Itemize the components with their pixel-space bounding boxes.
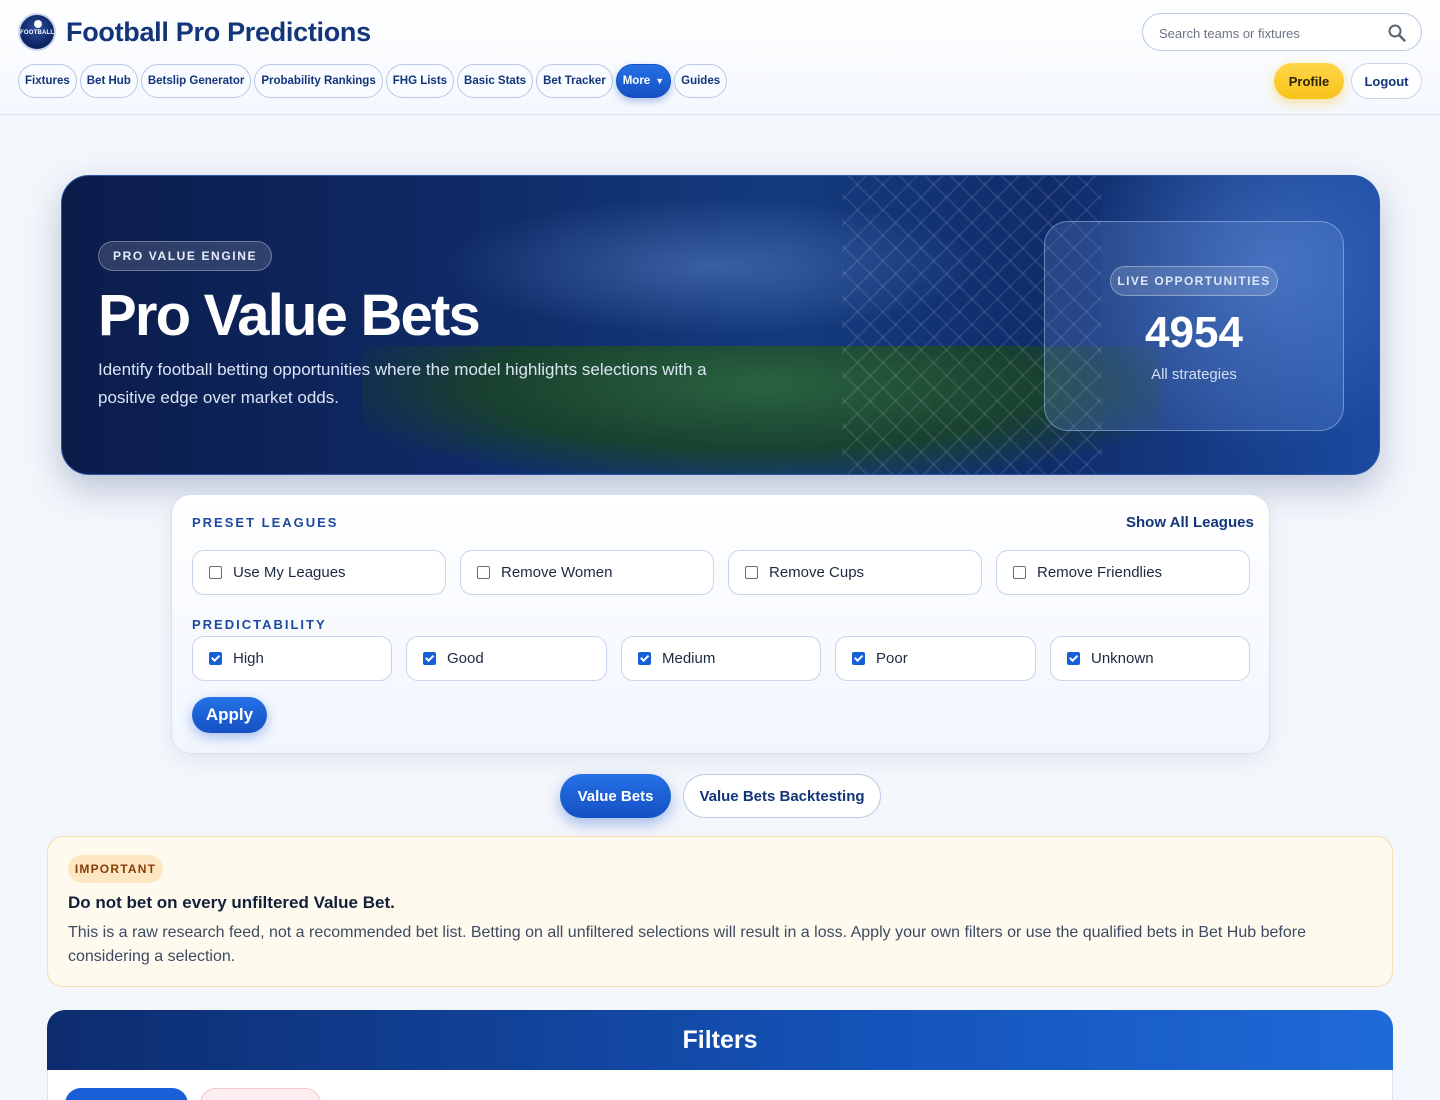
nav-label: Guides <box>681 75 721 87</box>
main-nav: Fixtures Bet Hub Betslip Generator Proba… <box>18 64 728 98</box>
soccer-ball-icon <box>34 20 42 28</box>
chevron-down-icon: ▼ <box>655 76 665 86</box>
checkbox-label: Medium <box>662 650 716 667</box>
checkbox-label: High <box>233 650 264 667</box>
important-badge: IMPORTANT <box>68 855 163 883</box>
live-badge: LIVE OPPORTUNITIES <box>1110 266 1278 296</box>
checkbox-box[interactable] <box>852 652 865 665</box>
checkbox-unknown[interactable]: Unknown <box>1050 636 1250 681</box>
checkbox-label: Remove Friendlies <box>1037 564 1163 581</box>
nav-fhg-lists[interactable]: FHG Lists <box>385 64 455 98</box>
search-input[interactable] <box>1159 23 1379 43</box>
checkbox-box[interactable] <box>1013 566 1026 579</box>
predictability-label: PREDICTABILITY <box>192 617 327 632</box>
nav-label: More <box>622 75 651 87</box>
checkbox-remove-women[interactable]: Remove Women <box>460 550 714 595</box>
checkbox-box[interactable] <box>209 652 222 665</box>
filter-panel: PRESET LEAGUES Show All Leagues Use My L… <box>171 494 1270 754</box>
nav-more-dropdown[interactable]: More ▼ <box>615 64 672 98</box>
search-box[interactable] <box>1142 13 1422 51</box>
hero-banner: PRO VALUE ENGINE Pro Value Bets Identify… <box>61 175 1380 475</box>
live-opportunities-card: LIVE OPPORTUNITIES 4954 All strategies <box>1044 221 1344 431</box>
nav-label: Fixtures <box>25 75 70 87</box>
notice-body: This is a raw research feed, not a recom… <box>68 924 1306 965</box>
nav-bet-tracker[interactable]: Bet Tracker <box>536 64 613 98</box>
nav-fixtures[interactable]: Fixtures <box>18 64 77 98</box>
nav-basic-stats[interactable]: Basic Stats <box>457 64 534 98</box>
hero-badge: PRO VALUE ENGINE <box>98 241 273 271</box>
checkbox-remove-friendlies[interactable]: Remove Friendlies <box>996 550 1250 595</box>
hero-description: Identify football betting opportunities … <box>98 360 707 407</box>
important-notice: IMPORTANT Do not bet on every unfiltered… <box>47 836 1393 987</box>
brand[interactable]: FOOTBALL Football Pro Predictions <box>18 13 371 51</box>
notice-title: Do not bet on every unfiltered Value Bet… <box>68 893 395 912</box>
filters-header[interactable]: Filters <box>47 1010 1393 1070</box>
nav-label: Basic Stats <box>464 75 527 87</box>
checkbox-medium[interactable]: Medium <box>621 636 821 681</box>
nav-probability-rankings[interactable]: Probability Rankings <box>254 64 383 98</box>
search-icon[interactable] <box>1387 23 1407 43</box>
nav-label: Probability Rankings <box>261 75 376 87</box>
checkbox-box[interactable] <box>423 652 436 665</box>
checkbox-label: Use My Leagues <box>233 564 346 581</box>
site-header: FOOTBALL Football Pro Predictions Fixtur… <box>0 0 1440 115</box>
checkbox-box[interactable] <box>1067 652 1080 665</box>
checkbox-box[interactable] <box>745 566 758 579</box>
profile-button[interactable]: Profile <box>1274 63 1344 99</box>
checkbox-remove-cups[interactable]: Remove Cups <box>728 550 982 595</box>
nav-betslip-generator[interactable]: Betslip Generator <box>140 64 252 98</box>
live-count: 4954 <box>1145 308 1243 357</box>
checkbox-box[interactable] <box>209 566 222 579</box>
page-title: Pro Value Bets <box>98 283 481 348</box>
apply-button[interactable]: Apply <box>192 697 267 733</box>
show-all-leagues-link[interactable]: Show All Leagues <box>1126 514 1254 531</box>
checkbox-use-my-leagues[interactable]: Use My Leagues <box>192 550 446 595</box>
checkbox-poor[interactable]: Poor <box>835 636 1036 681</box>
logo[interactable]: FOOTBALL <box>18 13 56 51</box>
brand-name[interactable]: Football Pro Predictions <box>66 17 371 48</box>
nav-label: Bet Hub <box>86 75 131 87</box>
filter-button-primary[interactable] <box>65 1088 188 1100</box>
tab-value-bets-backtesting[interactable]: Value Bets Backtesting <box>683 774 881 818</box>
nav-bet-hub[interactable]: Bet Hub <box>79 64 138 98</box>
preset-leagues-label: PRESET LEAGUES <box>192 515 339 530</box>
nav-guides[interactable]: Guides <box>674 64 728 98</box>
live-subtitle: All strategies <box>1151 366 1237 383</box>
checkbox-label: Poor <box>876 650 908 667</box>
nav-label: Betslip Generator <box>147 75 245 87</box>
checkbox-box[interactable] <box>638 652 651 665</box>
checkbox-label: Remove Women <box>501 564 613 581</box>
checkbox-box[interactable] <box>477 566 490 579</box>
filter-button-secondary[interactable] <box>200 1088 321 1100</box>
nav-label: FHG Lists <box>392 75 448 87</box>
tab-value-bets[interactable]: Value Bets <box>560 774 671 818</box>
nav-label: Bet Tracker <box>543 75 606 87</box>
logout-button[interactable]: Logout <box>1351 63 1422 99</box>
checkbox-good[interactable]: Good <box>406 636 607 681</box>
checkbox-label: Unknown <box>1091 650 1154 667</box>
logo-text: FOOTBALL <box>20 30 55 36</box>
checkbox-high[interactable]: High <box>192 636 392 681</box>
checkbox-label: Remove Cups <box>769 564 865 581</box>
checkbox-label: Good <box>447 650 484 667</box>
